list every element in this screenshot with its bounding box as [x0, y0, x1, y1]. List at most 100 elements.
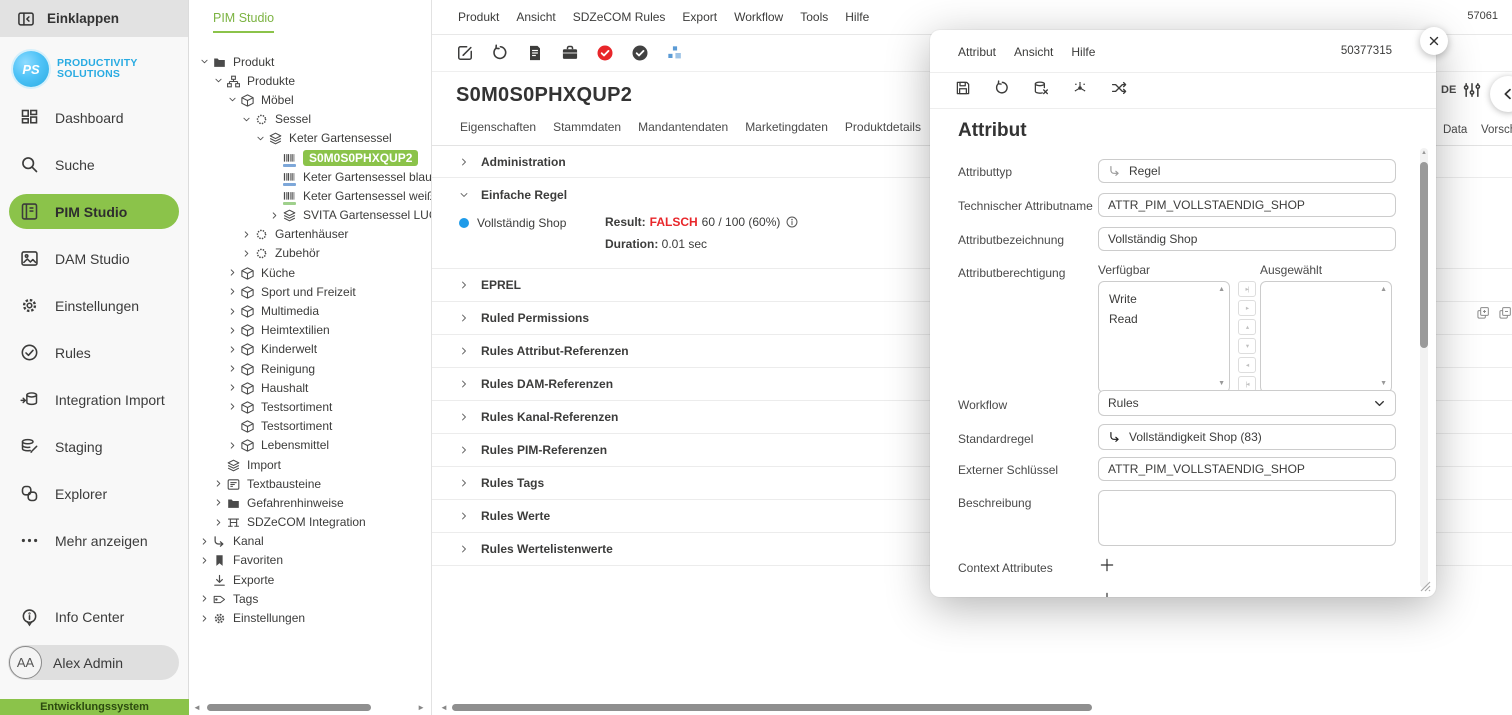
- tab-data[interactable]: Data: [1443, 124, 1467, 136]
- collapse-all-icon[interactable]: [1497, 305, 1512, 321]
- tree-node[interactable]: Gefahrenhinweise: [191, 493, 431, 512]
- chevron-down-icon[interactable]: [239, 113, 253, 125]
- beschreibung-textarea[interactable]: [1098, 490, 1396, 546]
- tree-node[interactable]: Heimtextilien: [191, 321, 431, 340]
- menu-sdzecom-rules[interactable]: SDZeCOM Rules: [573, 10, 666, 24]
- chevron-right-icon[interactable]: [211, 497, 225, 509]
- move-right-button[interactable]: ▸: [1238, 300, 1256, 316]
- scroll-up-icon[interactable]: ▲: [1420, 150, 1428, 156]
- edit-icon[interactable]: [455, 43, 475, 63]
- standardregel-input[interactable]: Vollständigkeit Shop (83): [1098, 424, 1396, 450]
- tab-produktdetails[interactable]: Produktdetails: [841, 118, 925, 136]
- chevron-right-icon[interactable]: [225, 343, 239, 355]
- menu-hilfe[interactable]: Hilfe: [1071, 45, 1095, 59]
- menu-produkt[interactable]: Produkt: [458, 10, 499, 24]
- briefcase-icon[interactable]: [560, 43, 580, 63]
- tab-mandantendaten[interactable]: Mandantendaten: [634, 118, 732, 136]
- add-context-attribute-button[interactable]: [1098, 556, 1116, 574]
- hub-nodes-icon[interactable]: [1071, 79, 1089, 97]
- chevron-right-icon[interactable]: [211, 478, 225, 490]
- chevron-right-icon[interactable]: [197, 612, 211, 624]
- tree-node[interactable]: Lebensmittel: [191, 436, 431, 455]
- red-check-badge-icon[interactable]: [595, 43, 615, 63]
- tree-node[interactable]: Keter Gartensessel: [191, 129, 431, 148]
- refresh-icon[interactable]: [993, 79, 1011, 97]
- chevron-right-icon[interactable]: [225, 324, 239, 336]
- tree-node[interactable]: Küche: [191, 263, 431, 282]
- tree-node[interactable]: Sport und Freizeit: [191, 282, 431, 301]
- chevron-right-icon[interactable]: [197, 593, 211, 605]
- tree-node[interactable]: Testsortiment: [191, 417, 431, 436]
- menu-tools[interactable]: Tools: [800, 10, 828, 24]
- menu-ansicht[interactable]: Ansicht: [516, 10, 555, 24]
- scroll-left-icon[interactable]: ◄: [440, 703, 448, 712]
- resize-handle[interactable]: [1418, 579, 1431, 592]
- tree-node[interactable]: Keter Gartensessel weiß: [191, 186, 431, 205]
- available-listbox[interactable]: Write Read ▲ ▼: [1098, 281, 1230, 393]
- tree-node[interactable]: Multimedia: [191, 301, 431, 320]
- info-icon[interactable]: [785, 215, 799, 229]
- sidebar-item-info-center[interactable]: Info Center: [0, 600, 188, 634]
- tree-node[interactable]: Textbausteine: [191, 474, 431, 493]
- database-delete-icon[interactable]: [1032, 79, 1050, 97]
- chevron-right-icon[interactable]: [225, 439, 239, 451]
- tree-node[interactable]: Produkt: [191, 52, 431, 71]
- listbox-option[interactable]: Read: [1109, 309, 1219, 329]
- tree-node[interactable]: Tags: [191, 589, 431, 608]
- tree-node[interactable]: Haushalt: [191, 378, 431, 397]
- save-icon[interactable]: [954, 79, 972, 97]
- chevron-right-icon[interactable]: [239, 228, 253, 240]
- dialog-scrollbar-thumb[interactable]: [1420, 162, 1428, 348]
- chevron-right-icon[interactable]: [267, 209, 281, 221]
- sidebar-item-dam-studio[interactable]: DAM Studio: [0, 235, 188, 282]
- structure-squares-icon[interactable]: [665, 43, 685, 63]
- chevron-right-icon[interactable]: [211, 516, 225, 528]
- sidebar-item-rules[interactable]: Rules: [0, 329, 188, 376]
- add-item-button-clipped[interactable]: [1098, 590, 1116, 597]
- tab-vorschau[interactable]: Vorsch: [1481, 124, 1512, 136]
- chevron-down-icon[interactable]: [197, 56, 211, 68]
- sidebar-item-suche[interactable]: Suche: [0, 141, 188, 188]
- tree-node[interactable]: Kanal: [191, 532, 431, 551]
- sidebar-item-integration-import[interactable]: Integration Import: [0, 376, 188, 423]
- selected-listbox[interactable]: ▲ ▼: [1260, 281, 1392, 393]
- tab-marketingdaten[interactable]: Marketingdaten: [741, 118, 832, 136]
- chevron-right-icon[interactable]: [225, 305, 239, 317]
- chevron-right-icon[interactable]: [225, 363, 239, 375]
- tree-node[interactable]: SDZeCOM Integration: [191, 513, 431, 532]
- dark-check-badge-icon[interactable]: [630, 43, 650, 63]
- report-document-icon[interactable]: [525, 43, 545, 63]
- attributtyp-input[interactable]: Regel: [1098, 159, 1396, 183]
- tree-node[interactable]: SVITA Gartensessel LUGANO /: [191, 206, 431, 225]
- technischer-attributname-input[interactable]: ATTR_PIM_VOLLSTAENDIG_SHOP: [1098, 193, 1396, 217]
- scroll-down-icon[interactable]: ▼: [1380, 380, 1387, 388]
- tree-horizontal-scrollbar[interactable]: ◄ ►: [191, 703, 427, 712]
- tree-panel-tab[interactable]: PIM Studio: [213, 11, 274, 33]
- tab-eigenschaften[interactable]: Eigenschaften: [456, 118, 540, 136]
- chevron-down-icon[interactable]: [211, 75, 225, 87]
- move-down-button[interactable]: ▾: [1238, 338, 1256, 354]
- tree-node[interactable]: Reinigung: [191, 359, 431, 378]
- move-up-button[interactable]: ▴: [1238, 319, 1256, 335]
- tree-node-selected[interactable]: S0M0S0PHXQUP2: [191, 148, 431, 167]
- move-left-button[interactable]: ◂: [1238, 357, 1256, 373]
- expand-all-icon[interactable]: [1475, 305, 1491, 321]
- chevron-right-icon[interactable]: [239, 247, 253, 259]
- tree-node[interactable]: Exporte: [191, 570, 431, 589]
- chevron-down-icon[interactable]: [253, 132, 267, 144]
- workflow-select[interactable]: Rules: [1098, 390, 1396, 416]
- move-all-right-button[interactable]: ▸|: [1238, 281, 1256, 297]
- menu-hilfe[interactable]: Hilfe: [845, 10, 869, 24]
- menu-export[interactable]: Export: [682, 10, 717, 24]
- menu-workflow[interactable]: Workflow: [734, 10, 783, 24]
- chevron-right-icon[interactable]: [197, 554, 211, 566]
- collapse-sidebar-button[interactable]: Einklappen: [0, 0, 188, 37]
- menu-ansicht[interactable]: Ansicht: [1014, 45, 1053, 59]
- tree-node[interactable]: Gartenhäuser: [191, 225, 431, 244]
- scroll-up-icon[interactable]: ▲: [1380, 286, 1387, 294]
- filter-sliders-icon[interactable]: [1462, 80, 1482, 100]
- tree-node[interactable]: Import: [191, 455, 431, 474]
- main-horizontal-scrollbar[interactable]: ◄: [432, 703, 1512, 713]
- scroll-up-icon[interactable]: ▲: [1218, 286, 1225, 294]
- chevron-down-icon[interactable]: [225, 94, 239, 106]
